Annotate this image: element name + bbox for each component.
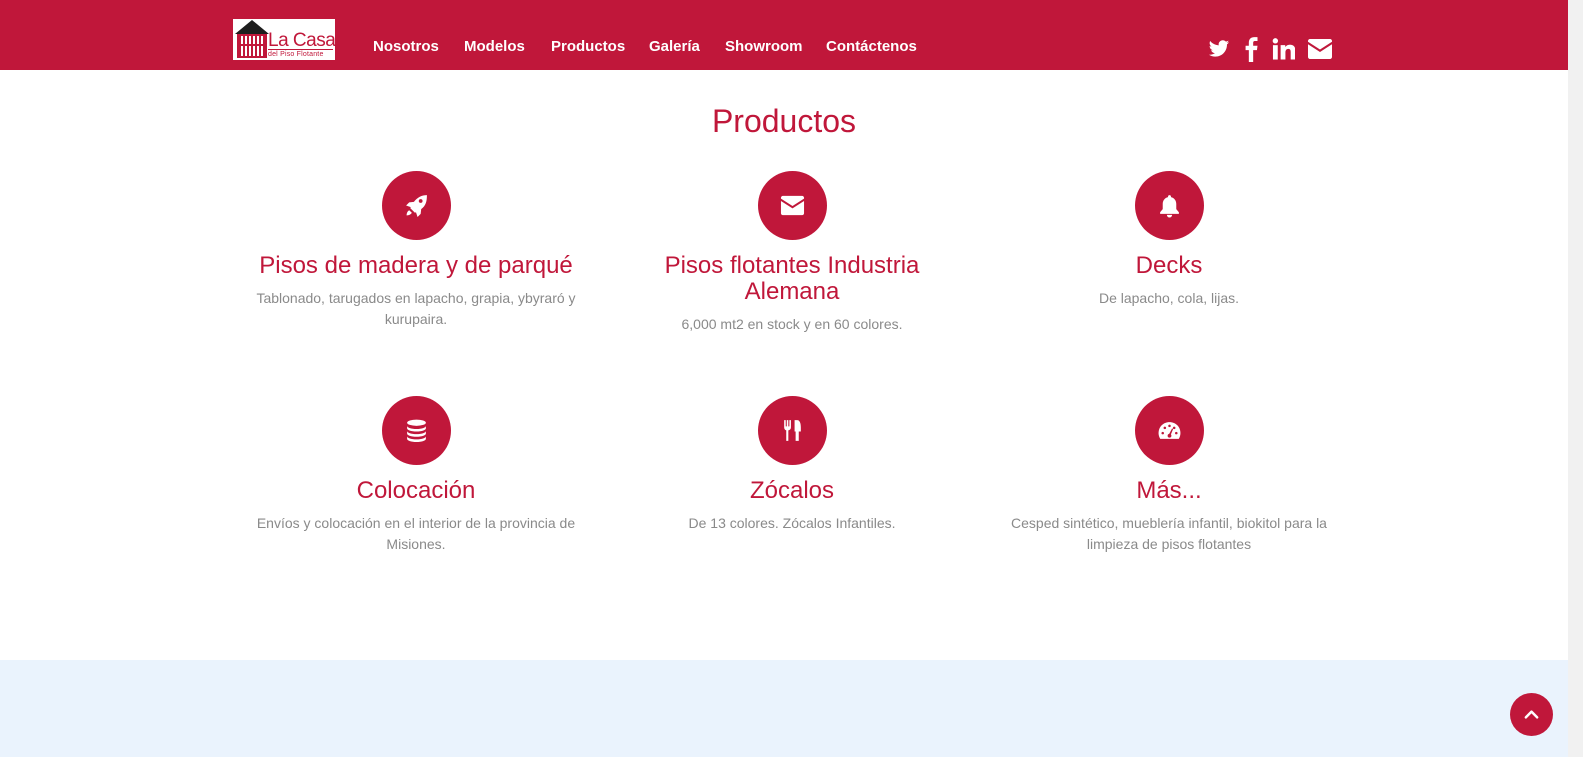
nav-item-nosotros[interactable]: Nosotros <box>373 38 439 55</box>
envelope-icon <box>780 195 805 216</box>
feature-icon-circle <box>382 396 451 465</box>
feature-icon-circle <box>1135 171 1204 240</box>
next-section-band <box>0 660 1568 757</box>
feature-description: Envíos y colocación en el interior de la… <box>256 515 576 552</box>
feature-icon-circle <box>382 171 451 240</box>
site-logo[interactable]: La Casa del Piso Flotante <box>233 19 335 60</box>
logo-house-icon <box>237 34 267 58</box>
rocket-icon <box>406 195 427 217</box>
feature-icon-circle <box>1135 396 1204 465</box>
page: La Casa del Piso Flotante Nosotros Model… <box>0 0 1583 757</box>
twitter-icon[interactable] <box>1208 36 1230 62</box>
feature-title: Pisos flotantes Industria Alemana <box>664 252 920 305</box>
feature-icon-circle <box>758 171 827 240</box>
feature-title: Más... <box>1136 477 1202 504</box>
nav-item-galeria[interactable]: Galería <box>649 38 700 55</box>
facebook-icon[interactable] <box>1244 36 1258 62</box>
envelope-icon[interactable] <box>1307 36 1333 62</box>
page-scrollbar[interactable] <box>1568 0 1583 757</box>
nav-item-showroom[interactable]: Showroom <box>725 38 803 55</box>
feature-title: Colocación <box>356 477 476 504</box>
feature-description: De 13 colores. Zócalos Infantiles. <box>688 515 896 531</box>
feature-description: Cesped sintético, mueblería infantil, bi… <box>1011 515 1327 552</box>
feature-title: Zócalos <box>749 477 835 504</box>
logo-sub-text: del Piso Flotante <box>268 49 333 58</box>
scroll-to-top-button[interactable] <box>1510 693 1553 736</box>
site-header: La Casa del Piso Flotante Nosotros Model… <box>0 0 1568 70</box>
feature-description: Tablonado, tarugados en lapacho, grapia,… <box>256 290 576 327</box>
logo-roof <box>235 20 269 34</box>
feature-title: Pisos de madera y de parqué <box>259 252 573 279</box>
dashboard-icon <box>1158 422 1181 439</box>
nav-item-productos[interactable]: Productos <box>551 38 625 55</box>
feature-description: De lapacho, cola, lijas. <box>1098 290 1240 306</box>
feature-icon-circle <box>758 396 827 465</box>
bell-icon <box>1160 195 1179 218</box>
linkedin-icon[interactable] <box>1272 36 1295 62</box>
nav-item-modelos[interactable]: Modelos <box>464 38 525 55</box>
feature-title: Decks <box>1135 252 1203 279</box>
database-icon <box>407 419 426 442</box>
chevron-up-icon <box>1524 710 1539 719</box>
cutlery-icon <box>784 420 801 441</box>
nav-item-contactenos[interactable]: Contáctenos <box>826 38 917 55</box>
feature-description: 6,000 mt2 en stock y en 60 colores. <box>681 316 903 332</box>
section-title: Productos <box>711 103 857 139</box>
